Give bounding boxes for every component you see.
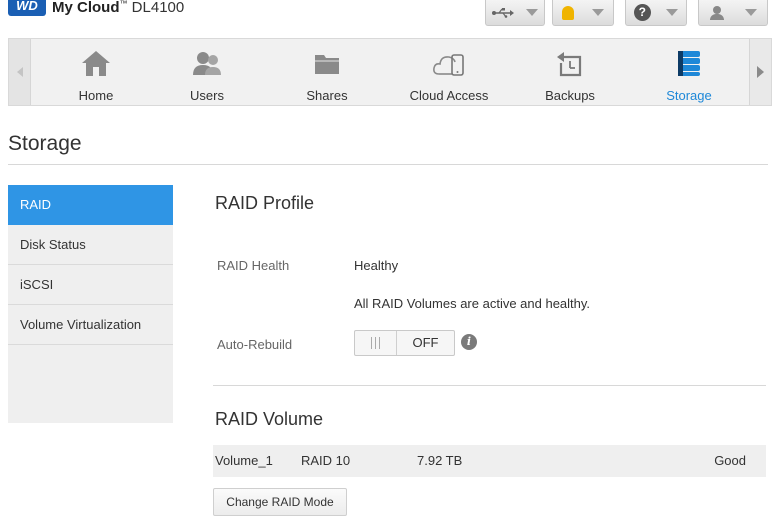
volume-status: Good bbox=[714, 453, 746, 468]
raid-health-value: Healthy bbox=[354, 258, 399, 273]
change-raid-mode-button[interactable]: Change RAID Mode bbox=[213, 488, 347, 516]
volume-name: Volume_1 bbox=[215, 453, 273, 468]
backup-icon bbox=[557, 52, 582, 77]
nav-item-storage[interactable]: Storage bbox=[629, 39, 749, 105]
nav-item-label: Cloud Access bbox=[409, 88, 489, 103]
nav-item-label: Users bbox=[190, 88, 224, 103]
folder-icon bbox=[315, 55, 339, 74]
alerts-menu-button[interactable] bbox=[552, 0, 614, 26]
device-model: DL4100 bbox=[131, 0, 185, 16]
raid-volume-heading: RAID Volume bbox=[215, 409, 324, 429]
sidebar-item-iscsi[interactable]: iSCSI bbox=[8, 265, 173, 305]
sidebar-item-volume-virtualization[interactable]: Volume Virtualization bbox=[8, 305, 173, 345]
raid-health-message: All RAID Volumes are active and healthy. bbox=[354, 296, 591, 311]
auto-rebuild-label: Auto-Rebuild bbox=[217, 337, 293, 352]
nav-item-users[interactable]: Users bbox=[147, 39, 267, 105]
info-icon[interactable]: i bbox=[461, 334, 477, 350]
product-title: My Cloud bbox=[52, 0, 120, 16]
user-menu-button[interactable] bbox=[698, 0, 768, 26]
title-divider bbox=[8, 164, 768, 165]
usb-icon bbox=[492, 5, 514, 21]
nav-item-cloud-access[interactable]: Cloud Access bbox=[389, 39, 509, 105]
help-icon: ? bbox=[633, 4, 651, 21]
top-bar: WD My Cloud™ DL4100 ? bbox=[0, 0, 780, 28]
volume-size: 7.92 TB bbox=[417, 453, 463, 468]
user-icon bbox=[709, 5, 724, 20]
product-name: My Cloud™ DL4100 bbox=[52, 0, 184, 16]
nav-item-home[interactable]: Home bbox=[36, 39, 156, 105]
chevron-down-icon bbox=[666, 9, 679, 16]
home-icon bbox=[82, 51, 110, 76]
trademark-mark: ™ bbox=[119, 0, 128, 8]
nav-item-label: Shares bbox=[306, 88, 348, 103]
nav-item-backups[interactable]: Backups bbox=[510, 39, 630, 105]
main-nav: Home Users Shares Cloud Access Backups S… bbox=[8, 38, 772, 106]
volume-raid-level: RAID 10 bbox=[301, 453, 351, 468]
auto-rebuild-toggle[interactable]: OFF bbox=[354, 330, 455, 356]
sidebar-item-raid[interactable]: RAID bbox=[8, 185, 173, 225]
raid-profile-heading: RAID Profile bbox=[215, 193, 315, 213]
users-icon bbox=[193, 52, 221, 75]
nav-item-label: Storage bbox=[666, 88, 712, 103]
cloud-device-icon bbox=[433, 54, 464, 76]
nav-item-label: Home bbox=[78, 88, 114, 103]
usb-menu-button[interactable] bbox=[485, 0, 545, 26]
nav-item-label: Backups bbox=[545, 88, 595, 103]
wd-logo: WD bbox=[8, 0, 46, 16]
chevron-down-icon bbox=[526, 9, 538, 16]
chevron-down-icon bbox=[592, 9, 604, 16]
nav-scroll-right-button[interactable] bbox=[749, 39, 771, 105]
chevron-left-icon bbox=[16, 67, 23, 77]
chevron-right-icon bbox=[757, 66, 764, 78]
help-menu-button[interactable]: ? bbox=[625, 0, 687, 26]
storage-icon bbox=[678, 51, 700, 76]
alert-bell-icon bbox=[562, 5, 574, 20]
nav-item-shares[interactable]: Shares bbox=[267, 39, 387, 105]
sidebar-item-disk-status[interactable]: Disk Status bbox=[8, 225, 173, 265]
auto-rebuild-state: OFF bbox=[412, 335, 439, 350]
table-row: Volume_1 RAID 10 7.92 TB Good bbox=[213, 445, 766, 477]
nav-scroll-left-button[interactable] bbox=[9, 39, 31, 105]
raid-health-label: RAID Health bbox=[217, 258, 290, 273]
section-divider bbox=[213, 385, 766, 386]
chevron-down-icon bbox=[744, 9, 757, 16]
storage-sidebar: RAID Disk Status iSCSI Volume Virtualiza… bbox=[8, 185, 173, 423]
toggle-grip bbox=[355, 331, 397, 355]
page-title: Storage bbox=[8, 132, 82, 155]
